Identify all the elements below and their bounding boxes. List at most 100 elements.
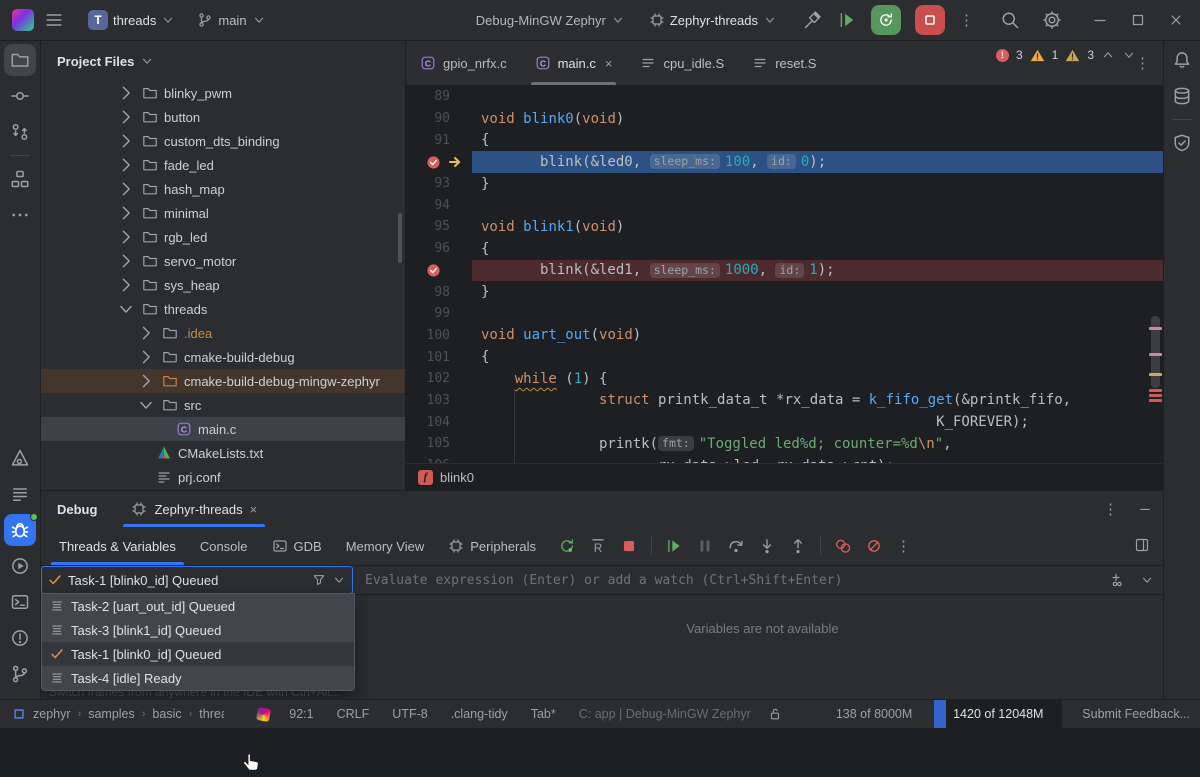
crumb-samples[interactable]: samples (88, 707, 135, 721)
line-number[interactable] (406, 151, 472, 173)
tree-item-threads[interactable]: threads (41, 297, 405, 321)
caret-position[interactable]: 92:1 (289, 707, 313, 721)
combo-expand-icon[interactable] (332, 573, 346, 587)
watch-options-icon[interactable] (1140, 573, 1154, 587)
tree-item-src[interactable]: src (41, 393, 405, 417)
line-number[interactable]: 100 (406, 325, 472, 347)
tree-item-sys-heap[interactable]: sys_heap (41, 273, 405, 297)
tool-terminal-button[interactable] (4, 586, 36, 618)
tree-item-rgb-led[interactable]: rgb_led (41, 225, 405, 249)
tool-project-button[interactable] (4, 44, 36, 76)
hide-panel-icon[interactable] (1138, 502, 1152, 516)
view-breakpoints-icon[interactable] (834, 537, 852, 555)
code-line-103[interactable]: 103 struct printk_data_t *rx_data = k_fi… (406, 390, 1164, 412)
tab-main-c[interactable]: C main.c × (521, 41, 627, 85)
tool-notifications-button[interactable] (1166, 44, 1198, 76)
tree-item-minimal[interactable]: minimal (41, 201, 405, 225)
search-icon[interactable] (1000, 10, 1020, 30)
tree-item-main-c[interactable]: Cmain.c (41, 417, 405, 441)
tree-item-button[interactable]: button (41, 105, 405, 129)
tab-reset[interactable]: reset.S (738, 41, 830, 85)
crumb-zephyr[interactable]: zephyr (33, 707, 71, 721)
code-line-99[interactable]: 99 (406, 303, 1164, 325)
debug-continue-icon[interactable] (837, 10, 857, 30)
tree-item-cmake-build-debug-mingw-zephyr[interactable]: cmake-build-debug-mingw-zephyr (41, 369, 405, 393)
close-session-icon[interactable]: × (250, 502, 258, 517)
chevron-right-icon[interactable] (136, 371, 156, 391)
chevron-right-icon[interactable] (116, 131, 136, 151)
tool-coverage-button[interactable] (1166, 127, 1198, 159)
chevron-right-icon[interactable] (136, 323, 156, 343)
tree-item-fade-led[interactable]: fade_led (41, 153, 405, 177)
step-into-icon[interactable] (758, 537, 776, 555)
tree-item-prj-conf[interactable]: prj.conf (41, 465, 405, 489)
next-issue-icon[interactable] (1122, 48, 1136, 62)
tool-run-button[interactable] (4, 550, 36, 582)
tree-item-servo-motor[interactable]: servo_motor (41, 249, 405, 273)
tab-gdb[interactable]: GDB (260, 527, 334, 565)
window-maximize-icon[interactable] (1130, 12, 1146, 28)
tool-cmake-button[interactable] (4, 442, 36, 474)
heap-indicator[interactable]: 138 of 8000M (836, 707, 912, 721)
line-number[interactable]: 103 (406, 390, 472, 412)
add-watch-icon[interactable] (1110, 572, 1126, 588)
chevron-right-icon[interactable] (116, 107, 136, 127)
code-line-89[interactable]: 89 (406, 86, 1164, 108)
line-ending[interactable]: CRLF (337, 707, 370, 721)
debug-session-tab[interactable]: Zephyr-threads × (123, 491, 265, 527)
rerun-icon[interactable] (558, 537, 576, 555)
mute-breakpoints-icon[interactable] (865, 537, 883, 555)
thread-selector-combo[interactable]: Task-1 [blink0_id] Queued (41, 566, 353, 594)
crumb-basic[interactable]: basic (152, 707, 181, 721)
code-line-101[interactable]: 101{ (406, 346, 1164, 368)
code-line-98[interactable]: 98} (406, 281, 1164, 303)
line-number[interactable]: 89 (406, 86, 472, 108)
analyzer-status[interactable]: .clang-tidy (451, 707, 508, 721)
tree-item--idea[interactable]: .idea (41, 321, 405, 345)
pause-icon[interactable] (696, 537, 714, 555)
window-close-icon[interactable] (1168, 12, 1184, 28)
code-line-92[interactable]: blink(&led0, sleep_ms:100, id:0); (406, 151, 1164, 173)
code-line-100[interactable]: 100void uart_out(void) (406, 325, 1164, 347)
window-minimize-icon[interactable] (1092, 12, 1108, 28)
tree-item-blinky-pwm[interactable]: blinky_pwm (41, 81, 405, 105)
active-config[interactable]: C: app | Debug-MinGW Zephyr (579, 707, 751, 721)
panel-options-icon[interactable]: ⋮ (1103, 500, 1118, 518)
tab-threads-variables[interactable]: Threads & Variables (47, 527, 188, 565)
submit-feedback-link[interactable]: Submit Feedback... (1082, 707, 1190, 721)
chevron-down-icon[interactable] (116, 299, 136, 319)
thread-option-1[interactable]: Task-2 [uart_out_id] Queued (42, 594, 354, 618)
editor-breadcrumb[interactable]: f blink0 (406, 463, 1164, 490)
code-line-95[interactable]: 95void blink1(void) (406, 216, 1164, 238)
chevron-right-icon[interactable] (116, 275, 136, 295)
line-number[interactable]: 98 (406, 281, 472, 303)
main-menu-icon[interactable] (44, 10, 64, 30)
line-number[interactable]: 90 (406, 108, 472, 130)
line-number[interactable]: 96 (406, 238, 472, 260)
project-panel-header[interactable]: Project Files (41, 41, 405, 81)
build-icon[interactable] (803, 10, 823, 30)
tree-item-cmake-build-debug[interactable]: cmake-build-debug (41, 345, 405, 369)
code-line-102[interactable]: 102 while (1) { (406, 368, 1164, 390)
tool-todo-button[interactable] (4, 478, 36, 510)
tool-git-button[interactable] (4, 658, 36, 690)
tab-gpio-nrfx[interactable]: C gpio_nrfx.c (406, 41, 521, 85)
code-area[interactable]: 8990void blink0(void)91{ blink(&led0, sl… (406, 86, 1164, 464)
thread-option-4[interactable]: Task-4 [idle] Ready (42, 666, 354, 690)
prev-issue-icon[interactable] (1101, 48, 1115, 62)
lock-open-icon[interactable] (768, 707, 782, 721)
line-number[interactable]: 105 (406, 433, 472, 455)
chevron-right-icon[interactable] (116, 203, 136, 223)
line-number[interactable]: 104 (406, 411, 472, 433)
code-line-94[interactable]: 94 (406, 194, 1164, 216)
tab-memory-view[interactable]: Memory View (334, 527, 437, 565)
step-out-icon[interactable] (789, 537, 807, 555)
tree-item-hash-map[interactable]: hash_map (41, 177, 405, 201)
code-line-104[interactable]: 104 K_FOREVER); (406, 411, 1164, 433)
chevron-right-icon[interactable] (116, 227, 136, 247)
chevron-right-icon[interactable] (136, 347, 156, 367)
inspections-widget[interactable]: ! 3 1 3 (996, 48, 1136, 62)
settings-icon[interactable] (1042, 10, 1062, 30)
chevron-right-icon[interactable] (116, 251, 136, 271)
tool-vcs-button[interactable] (4, 116, 36, 148)
